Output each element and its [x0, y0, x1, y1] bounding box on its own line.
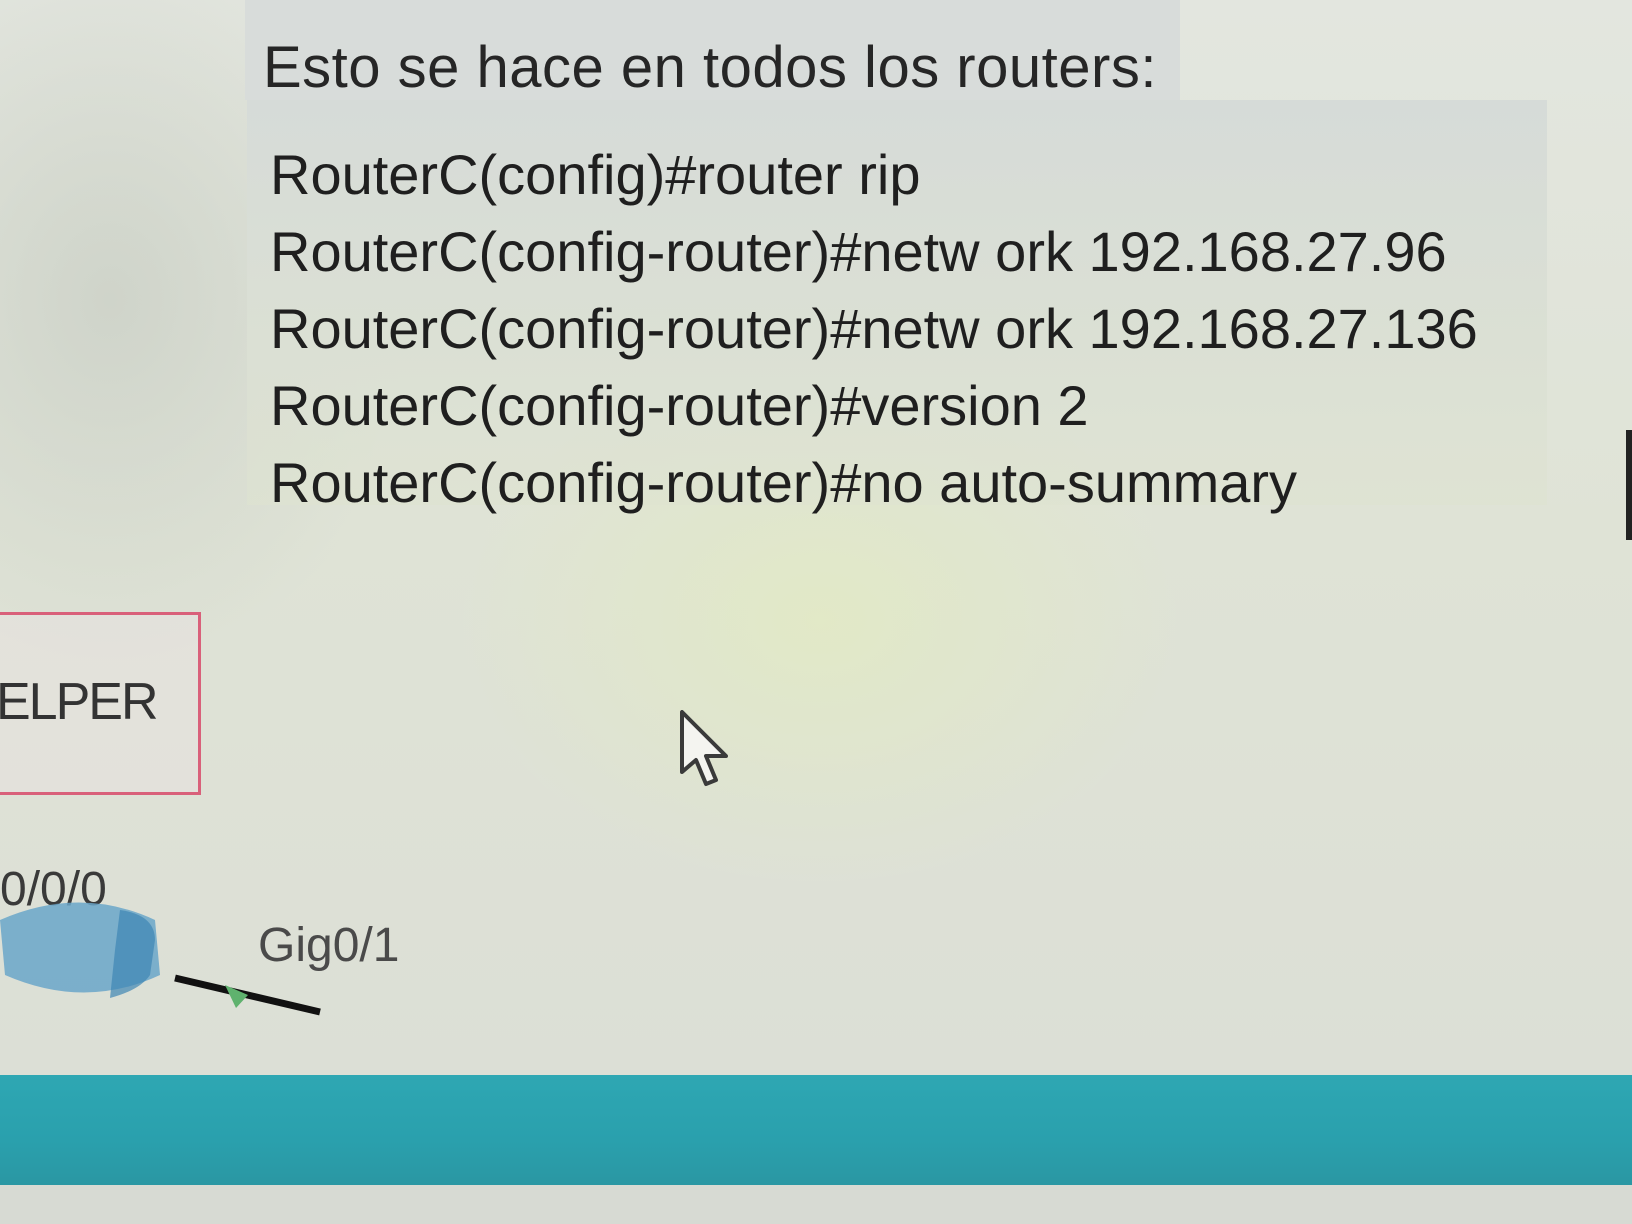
helper-label: ELPER [0, 673, 159, 731]
command-line: RouterC(config-router)#netw ork 192.168.… [270, 220, 1447, 283]
bottom-panel [0, 1185, 1632, 1224]
command-line: RouterC(config)#router rip [270, 143, 921, 206]
command-line: RouterC(config-router)#no auto-summary [270, 451, 1298, 514]
command-line: RouterC(config-router)#netw ork 192.168.… [270, 297, 1478, 360]
bottom-toolbar[interactable] [0, 1075, 1632, 1185]
cursor-arrow-icon [680, 710, 728, 786]
command-line: RouterC(config-router)#version 2 [270, 374, 1089, 437]
command-list: RouterC(config)#router rip RouterC(confi… [270, 136, 1478, 521]
window-edge [1626, 430, 1632, 540]
note-title: Esto se hace en todos los routers: [263, 35, 1157, 100]
interface-label-gig: Gig0/1 [258, 919, 400, 972]
